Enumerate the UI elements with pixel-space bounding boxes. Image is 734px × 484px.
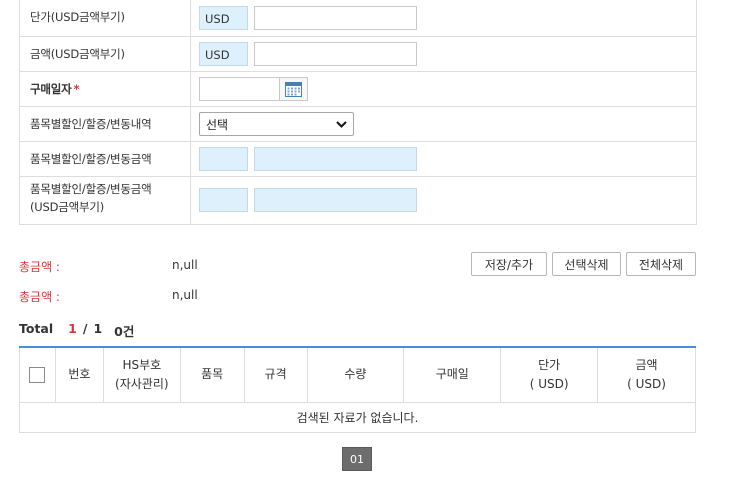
empty-message: 검색된 자료가 없습니다. [19, 401, 696, 433]
discount-usd-row: 품목별할인/할증/변동금액 (USD금액부기) [20, 176, 696, 224]
discount-amount-label: 품목별할인/할증/변동금액 [20, 142, 191, 176]
discount-type-row: 품목별할인/할증/변동내역 선택 [20, 106, 696, 141]
calendar-button[interactable] [279, 77, 308, 101]
total-amount-value-1: n,ull [172, 258, 198, 272]
discount-type-label: 품목별할인/할증/변동내역 [20, 107, 191, 141]
amount-input[interactable] [254, 42, 417, 66]
discount-type-cell: 선택 [191, 107, 696, 141]
discount-usd-label-line2: (USD금액부기) [30, 200, 105, 214]
delete-selected-button[interactable]: 선택삭제 [552, 252, 621, 276]
results-table: 번호 HS부호 (자사관리) 품목 규격 수량 구매일 단가 ( USD) 금액… [19, 346, 696, 433]
calendar-icon [285, 81, 302, 97]
delete-all-button[interactable]: 전체삭제 [626, 252, 696, 276]
unit-price-input[interactable] [254, 6, 417, 30]
item-form: 단가(USD금액부기) USD 금액(USD금액부기) USD 구매일자 * 품… [19, 0, 697, 225]
total-amount-label-2: 총금액 : [19, 290, 60, 304]
discount-amount-currency-field[interactable] [199, 147, 248, 171]
header-number: 번호 [54, 347, 104, 403]
header-purchase-date: 구매일 [403, 347, 502, 403]
count-total-pages: 1 [93, 321, 103, 336]
total-amount-label-1: 총금액 : [19, 260, 60, 274]
unit-price-label: 단가(USD금액부기) [20, 0, 191, 36]
discount-usd-currency-field[interactable] [199, 188, 248, 212]
total-amount-value-2: n,ull [172, 288, 198, 302]
amount-label: 금액(USD금액부기) [20, 37, 191, 71]
purchase-date-input[interactable] [199, 77, 280, 101]
unit-price-cell: USD [191, 0, 696, 36]
select-all-checkbox[interactable] [29, 366, 46, 383]
unit-price-currency-field[interactable]: USD [199, 6, 248, 30]
record-count: Total 1 / 1 0건 [19, 321, 134, 340]
header-unit-price: 단가 ( USD) [500, 347, 599, 403]
header-amount-line1: 금액 [635, 357, 658, 372]
chevron-down-icon [336, 120, 347, 128]
discount-usd-label-line1: 품목별할인/할증/변동금액 [30, 182, 152, 196]
discount-usd-input[interactable] [254, 188, 417, 212]
save-add-button[interactable]: 저장/추가 [471, 252, 547, 276]
purchase-date-label-wrap: 구매일자 * [20, 72, 191, 106]
discount-amount-cell [191, 142, 696, 176]
purchase-date-label: 구매일자 [30, 82, 72, 96]
discount-type-select-value: 선택 [206, 117, 229, 132]
count-records: 0건 [114, 324, 135, 339]
discount-usd-cell [191, 177, 696, 224]
header-amount: 금액 ( USD) [597, 347, 696, 403]
header-item: 품목 [179, 347, 245, 403]
action-buttons: 저장/추가 선택삭제 전체삭제 [471, 252, 696, 276]
purchase-date-row: 구매일자 * [20, 71, 696, 106]
pagination-page-button[interactable]: 01 [342, 447, 372, 471]
header-amount-line2: ( USD) [627, 376, 666, 391]
header-hs-code: HS부호 (자사관리) [102, 347, 181, 403]
amount-row: 금액(USD금액부기) USD [20, 36, 696, 71]
header-unit-price-line2: ( USD) [529, 376, 569, 391]
table-header-row: 번호 HS부호 (자사관리) 품목 규격 수량 구매일 단가 ( USD) 금액… [19, 347, 696, 403]
count-label: Total [19, 321, 54, 336]
discount-type-select[interactable]: 선택 [199, 112, 354, 136]
amount-cell: USD [191, 37, 696, 71]
header-quantity: 수량 [306, 347, 405, 403]
select-all-header [19, 347, 56, 403]
header-hs-code-line1: HS부호 [122, 357, 162, 372]
header-unit-price-line1: 단가 [538, 357, 561, 372]
table-row: 검색된 자료가 없습니다. [19, 401, 696, 433]
discount-amount-input[interactable] [254, 147, 417, 171]
purchase-date-cell [191, 72, 696, 106]
unit-price-row: 단가(USD금액부기) USD [20, 0, 696, 36]
required-mark: * [73, 82, 80, 96]
count-current-page: 1 [68, 321, 77, 336]
amount-currency-field[interactable]: USD [199, 42, 248, 66]
discount-usd-label: 품목별할인/할증/변동금액 (USD금액부기) [20, 177, 191, 224]
header-hs-code-line2: (자사관리) [115, 376, 169, 391]
header-spec: 규격 [243, 347, 308, 403]
discount-amount-row: 품목별할인/할증/변동금액 [20, 141, 696, 176]
